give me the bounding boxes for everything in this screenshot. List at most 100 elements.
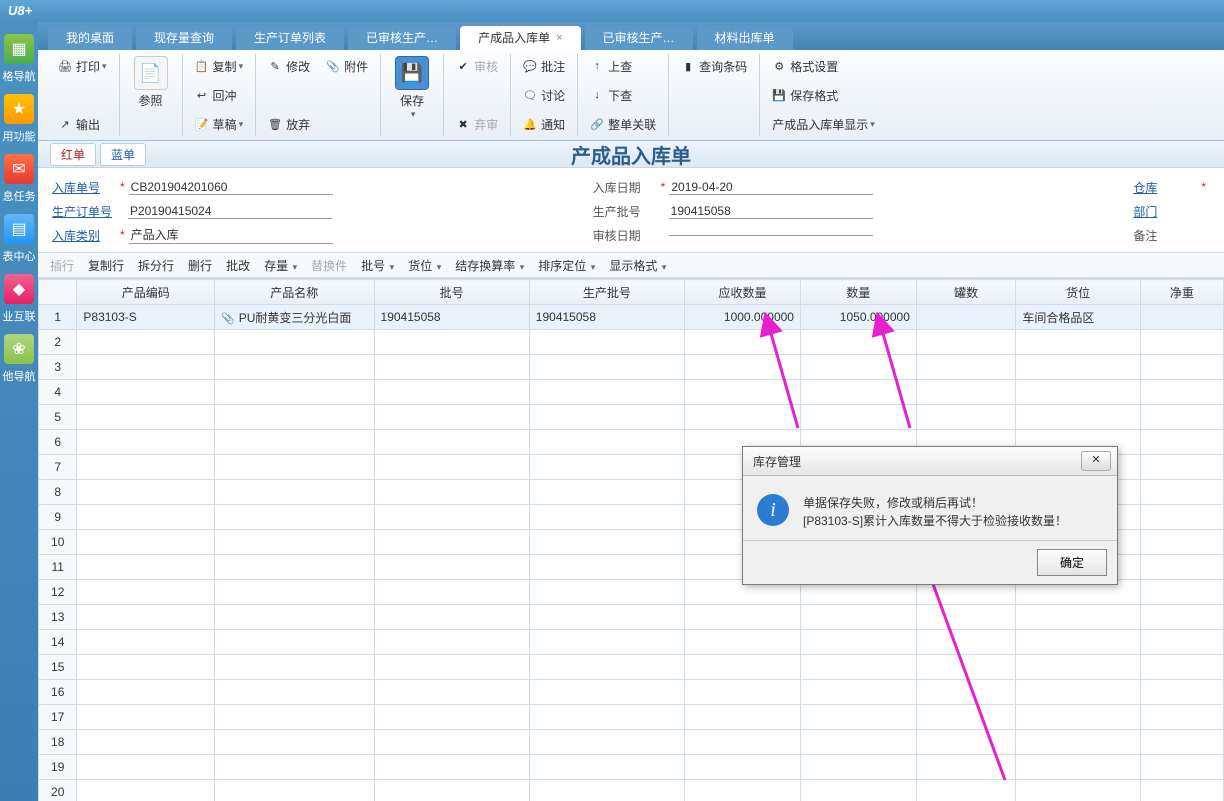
cell[interactable] bbox=[685, 705, 801, 730]
cell[interactable] bbox=[1140, 580, 1223, 605]
cell[interactable] bbox=[685, 405, 801, 430]
cell[interactable]: 1050.000000 bbox=[800, 305, 916, 330]
grid-toolbar-button[interactable]: 批号 ▾ bbox=[361, 257, 394, 274]
grid-toolbar-button[interactable]: 结存换算率 ▾ bbox=[455, 257, 524, 274]
tab[interactable]: 产成品入库单× bbox=[460, 26, 580, 50]
cell[interactable] bbox=[916, 380, 1016, 405]
field-value[interactable]: 190415058 bbox=[669, 204, 873, 219]
cell[interactable] bbox=[77, 430, 215, 455]
cell[interactable] bbox=[77, 330, 215, 355]
cell[interactable] bbox=[215, 730, 375, 755]
format-button[interactable]: ⚙格式设置 bbox=[768, 54, 879, 78]
cell[interactable] bbox=[916, 355, 1016, 380]
cell[interactable] bbox=[916, 305, 1016, 330]
field-value[interactable]: 2019-04-20 bbox=[669, 180, 873, 195]
blue-pill[interactable]: 蓝单 bbox=[100, 143, 146, 166]
cell[interactable] bbox=[1140, 330, 1223, 355]
cell[interactable] bbox=[215, 405, 375, 430]
cell[interactable] bbox=[374, 555, 529, 580]
cell[interactable] bbox=[916, 330, 1016, 355]
cell[interactable] bbox=[529, 455, 684, 480]
audit-button[interactable]: ✔审核 bbox=[452, 54, 502, 78]
cell[interactable] bbox=[916, 680, 1016, 705]
cell[interactable] bbox=[685, 355, 801, 380]
cell[interactable] bbox=[529, 430, 684, 455]
tab[interactable]: 已审核生产… bbox=[348, 26, 456, 50]
cell[interactable] bbox=[1140, 505, 1223, 530]
cell[interactable] bbox=[529, 730, 684, 755]
cell[interactable] bbox=[215, 455, 375, 480]
cell[interactable] bbox=[685, 380, 801, 405]
cell[interactable] bbox=[215, 605, 375, 630]
cell[interactable]: 190415058 bbox=[374, 305, 529, 330]
cell[interactable] bbox=[916, 630, 1016, 655]
cell[interactable] bbox=[800, 705, 916, 730]
cell[interactable] bbox=[529, 380, 684, 405]
cell[interactable] bbox=[1140, 430, 1223, 455]
cell[interactable] bbox=[800, 630, 916, 655]
display-button[interactable]: 产成品入库单显示▾ bbox=[768, 112, 879, 136]
grid-toolbar-button[interactable]: 拆分行 bbox=[138, 257, 174, 274]
cell[interactable] bbox=[1016, 755, 1140, 780]
grid-toolbar-button[interactable]: 货位 ▾ bbox=[408, 257, 441, 274]
field-label[interactable]: 入库单号 bbox=[52, 179, 116, 196]
cell[interactable] bbox=[1016, 680, 1140, 705]
cell[interactable] bbox=[685, 655, 801, 680]
grid-toolbar-button[interactable]: 替换件 bbox=[311, 257, 347, 274]
prev-button[interactable]: ↑上查 bbox=[586, 54, 660, 78]
notify-button[interactable]: 🔔通知 bbox=[519, 112, 569, 136]
cell[interactable] bbox=[215, 380, 375, 405]
cell[interactable] bbox=[215, 330, 375, 355]
cell[interactable] bbox=[77, 780, 215, 801]
cell[interactable] bbox=[374, 705, 529, 730]
cell[interactable] bbox=[1016, 355, 1140, 380]
approve-button[interactable]: 💬批注 bbox=[519, 54, 569, 78]
cell[interactable] bbox=[529, 355, 684, 380]
cell[interactable] bbox=[77, 630, 215, 655]
abandon-audit-button[interactable]: ✖弃审 bbox=[452, 112, 502, 136]
modify-button[interactable]: ✎修改 bbox=[264, 54, 314, 78]
cell[interactable]: 📎PU耐黄变三分光白面 bbox=[215, 305, 375, 330]
cell[interactable] bbox=[77, 380, 215, 405]
tab[interactable]: 生产订单列表 bbox=[236, 26, 344, 50]
grid-toolbar-button[interactable]: 批改 bbox=[226, 257, 250, 274]
report-icon[interactable]: ▤ bbox=[4, 214, 34, 244]
cell[interactable] bbox=[77, 680, 215, 705]
cell[interactable] bbox=[1016, 730, 1140, 755]
column-header[interactable]: 应收数量 bbox=[685, 280, 801, 305]
column-header[interactable]: 罐数 bbox=[916, 280, 1016, 305]
cell[interactable] bbox=[800, 405, 916, 430]
msg-icon[interactable]: ✉ bbox=[4, 154, 34, 184]
cell[interactable] bbox=[215, 430, 375, 455]
cell[interactable] bbox=[529, 555, 684, 580]
close-button[interactable]: ✕ bbox=[1081, 451, 1111, 471]
output-button[interactable]: ↗输出 bbox=[54, 112, 111, 136]
cell[interactable] bbox=[374, 605, 529, 630]
cell[interactable] bbox=[374, 430, 529, 455]
cell[interactable] bbox=[529, 505, 684, 530]
cell[interactable] bbox=[529, 630, 684, 655]
cell[interactable] bbox=[374, 380, 529, 405]
cell[interactable] bbox=[685, 630, 801, 655]
attach-button[interactable]: 📎附件 bbox=[322, 54, 372, 78]
cell[interactable] bbox=[215, 555, 375, 580]
column-header[interactable]: 货位 bbox=[1016, 280, 1140, 305]
save-format-button[interactable]: 💾保存格式 bbox=[768, 83, 879, 107]
grid-toolbar-button[interactable]: 排序定位 ▾ bbox=[538, 257, 595, 274]
cell[interactable] bbox=[1140, 780, 1223, 801]
field-value[interactable]: P20190415024 bbox=[128, 204, 332, 219]
cell[interactable] bbox=[1140, 705, 1223, 730]
cell[interactable] bbox=[529, 605, 684, 630]
cell[interactable] bbox=[374, 455, 529, 480]
fav-icon[interactable]: ★ bbox=[4, 94, 34, 124]
cell[interactable] bbox=[1016, 780, 1140, 801]
cell[interactable] bbox=[1140, 630, 1223, 655]
cell[interactable] bbox=[916, 755, 1016, 780]
grid-toolbar-button[interactable]: 删行 bbox=[188, 257, 212, 274]
other-icon[interactable]: ❀ bbox=[4, 334, 34, 364]
cell[interactable] bbox=[374, 730, 529, 755]
red-pill[interactable]: 红单 bbox=[50, 143, 96, 166]
cell[interactable] bbox=[1140, 655, 1223, 680]
tab[interactable]: 现存量查询 bbox=[136, 26, 232, 50]
cell[interactable] bbox=[374, 355, 529, 380]
